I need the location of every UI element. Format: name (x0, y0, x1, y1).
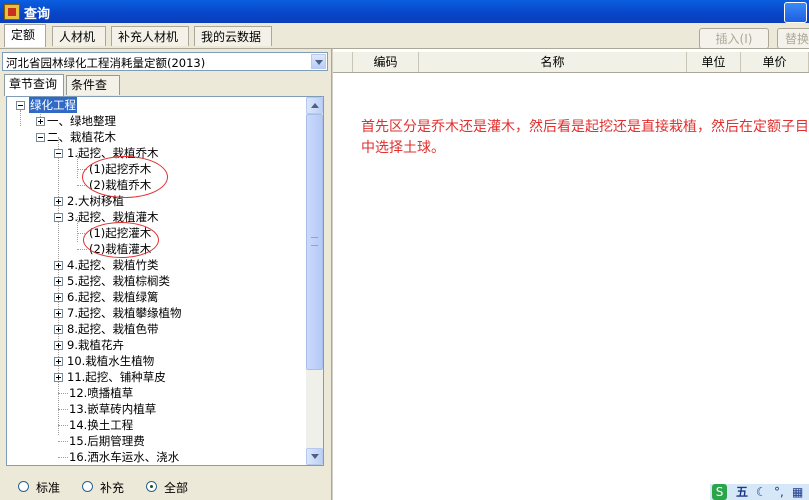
tree-node[interactable]: 5.起挖、栽植棕榈类 (67, 273, 170, 289)
window-control-button[interactable] (784, 2, 807, 23)
tree-node[interactable]: 4.起挖、栽植竹类 (67, 257, 158, 273)
collapse-icon[interactable] (36, 133, 45, 142)
expand-icon[interactable] (54, 341, 63, 350)
tree-node[interactable]: 15.后期管理费 (69, 433, 145, 449)
tree-node[interactable]: 13.嵌草砖内植草 (69, 401, 156, 417)
tree-node[interactable]: 10.栽植水生植物 (67, 353, 154, 369)
expand-icon[interactable] (54, 373, 63, 382)
tree-node-root[interactable]: 绿化工程 (29, 97, 77, 113)
column-header-name[interactable]: 名称 (419, 52, 687, 72)
radio-label: 标准 (36, 481, 61, 495)
quota-library-select[interactable]: 河北省园林绿化工程消耗量定额(2013) (2, 52, 328, 71)
highlight-ellipse (83, 222, 159, 258)
expand-icon[interactable] (54, 325, 63, 334)
sogou-icon[interactable]: S (712, 484, 727, 500)
app-icon (4, 4, 20, 20)
column-header-code[interactable]: 编码 (353, 52, 419, 72)
tree-node[interactable]: 11.起挖、铺种草皮 (67, 369, 166, 385)
radio-label: 补充 (100, 481, 125, 495)
window-title: 查询 (24, 7, 51, 22)
title-bar: 查询 (0, 0, 809, 23)
punctuation-icon[interactable]: °, (774, 484, 784, 500)
grid-header: 编码 名称 单位 单价 (333, 52, 809, 73)
keyboard-icon[interactable]: ▦ (792, 484, 803, 500)
tree-node[interactable]: 12.喷播植草 (69, 385, 133, 401)
radio-circle[interactable] (82, 481, 93, 492)
main-tabstrip: 定额 人材机 补充人材机 我的云数据 插入(I) 替换 (0, 23, 809, 49)
left-pane: 河北省园林绿化工程消耗量定额(2013) 章节查询 条件查询 绿化工程 一、绿地… (0, 49, 331, 500)
moon-icon[interactable]: ☾ (756, 484, 767, 500)
tree-node[interactable]: 一、绿地整理 (47, 113, 116, 129)
tab-chapter-query[interactable]: 章节查询 (4, 74, 64, 96)
tree-node[interactable]: 7.起挖、栽植攀缘植物 (67, 305, 181, 321)
replace-button[interactable]: 替换 (777, 28, 809, 49)
chapter-tree: 绿化工程 一、绿地整理 二、栽植花木 1.起挖、栽植乔木 (1)起挖乔木 (2)… (6, 96, 324, 466)
tab-quota[interactable]: 定额 (4, 24, 46, 47)
expand-icon[interactable] (54, 357, 63, 366)
result-grid: 编码 名称 单位 单价 首先区分是乔木还是灌木，然后看是起挖还是直接栽植，然后在… (333, 49, 809, 500)
collapse-icon[interactable] (54, 213, 63, 222)
tab-my-cloud-data[interactable]: 我的云数据 (194, 26, 272, 46)
collapse-icon[interactable] (54, 149, 63, 158)
tree-content: 绿化工程 一、绿地整理 二、栽植花木 1.起挖、栽植乔木 (1)起挖乔木 (2)… (7, 97, 307, 465)
expand-icon[interactable] (54, 293, 63, 302)
expand-icon[interactable] (54, 261, 63, 270)
scroll-thumb[interactable] (306, 114, 323, 370)
expand-icon[interactable] (54, 309, 63, 318)
tree-node[interactable]: 二、栽植花木 (47, 129, 116, 145)
tree-node[interactable]: 16.洒水车运水、浇水 (69, 449, 179, 465)
quota-library-value: 河北省园林绿化工程消耗量定额(2013) (6, 56, 206, 70)
tree-node[interactable]: 14.换土工程 (69, 417, 133, 433)
tab-supplement-lmm[interactable]: 补充人材机 (111, 26, 189, 46)
expand-icon[interactable] (54, 277, 63, 286)
collapse-icon[interactable] (16, 101, 25, 110)
insert-button[interactable]: 插入(I) (699, 28, 769, 49)
radio-circle[interactable] (146, 481, 157, 492)
annotation-text: 首先区分是乔木还是灌木，然后看是起挖还是直接栽植，然后在定额子目中选择土球。 (361, 119, 809, 156)
tree-node[interactable]: 6.起挖、栽植绿篱 (67, 289, 158, 305)
tree-node[interactable]: 9.栽植花卉 (67, 337, 124, 353)
highlight-ellipse (82, 156, 168, 198)
ime-tray: S 五 ☾ °, ▦ (710, 484, 809, 500)
scroll-down-icon[interactable] (306, 448, 323, 465)
column-header-price[interactable]: 单价 (741, 52, 809, 72)
ime-mode-label[interactable]: 五 (736, 484, 748, 500)
tree-scrollbar[interactable] (306, 97, 323, 465)
column-header-unit[interactable]: 单位 (687, 52, 741, 72)
scroll-up-icon[interactable] (306, 97, 323, 114)
chevron-down-icon[interactable] (311, 54, 326, 69)
radio-circle[interactable] (18, 481, 29, 492)
tab-condition-query[interactable]: 条件查询 (66, 75, 120, 111)
expand-icon[interactable] (36, 117, 45, 126)
expand-icon[interactable] (54, 197, 63, 206)
radio-label: 全部 (164, 481, 189, 495)
tree-node[interactable]: 8.起挖、栽植色带 (67, 321, 158, 337)
tab-labor-material-machine[interactable]: 人材机 (52, 26, 106, 46)
grid-corner (333, 52, 353, 72)
